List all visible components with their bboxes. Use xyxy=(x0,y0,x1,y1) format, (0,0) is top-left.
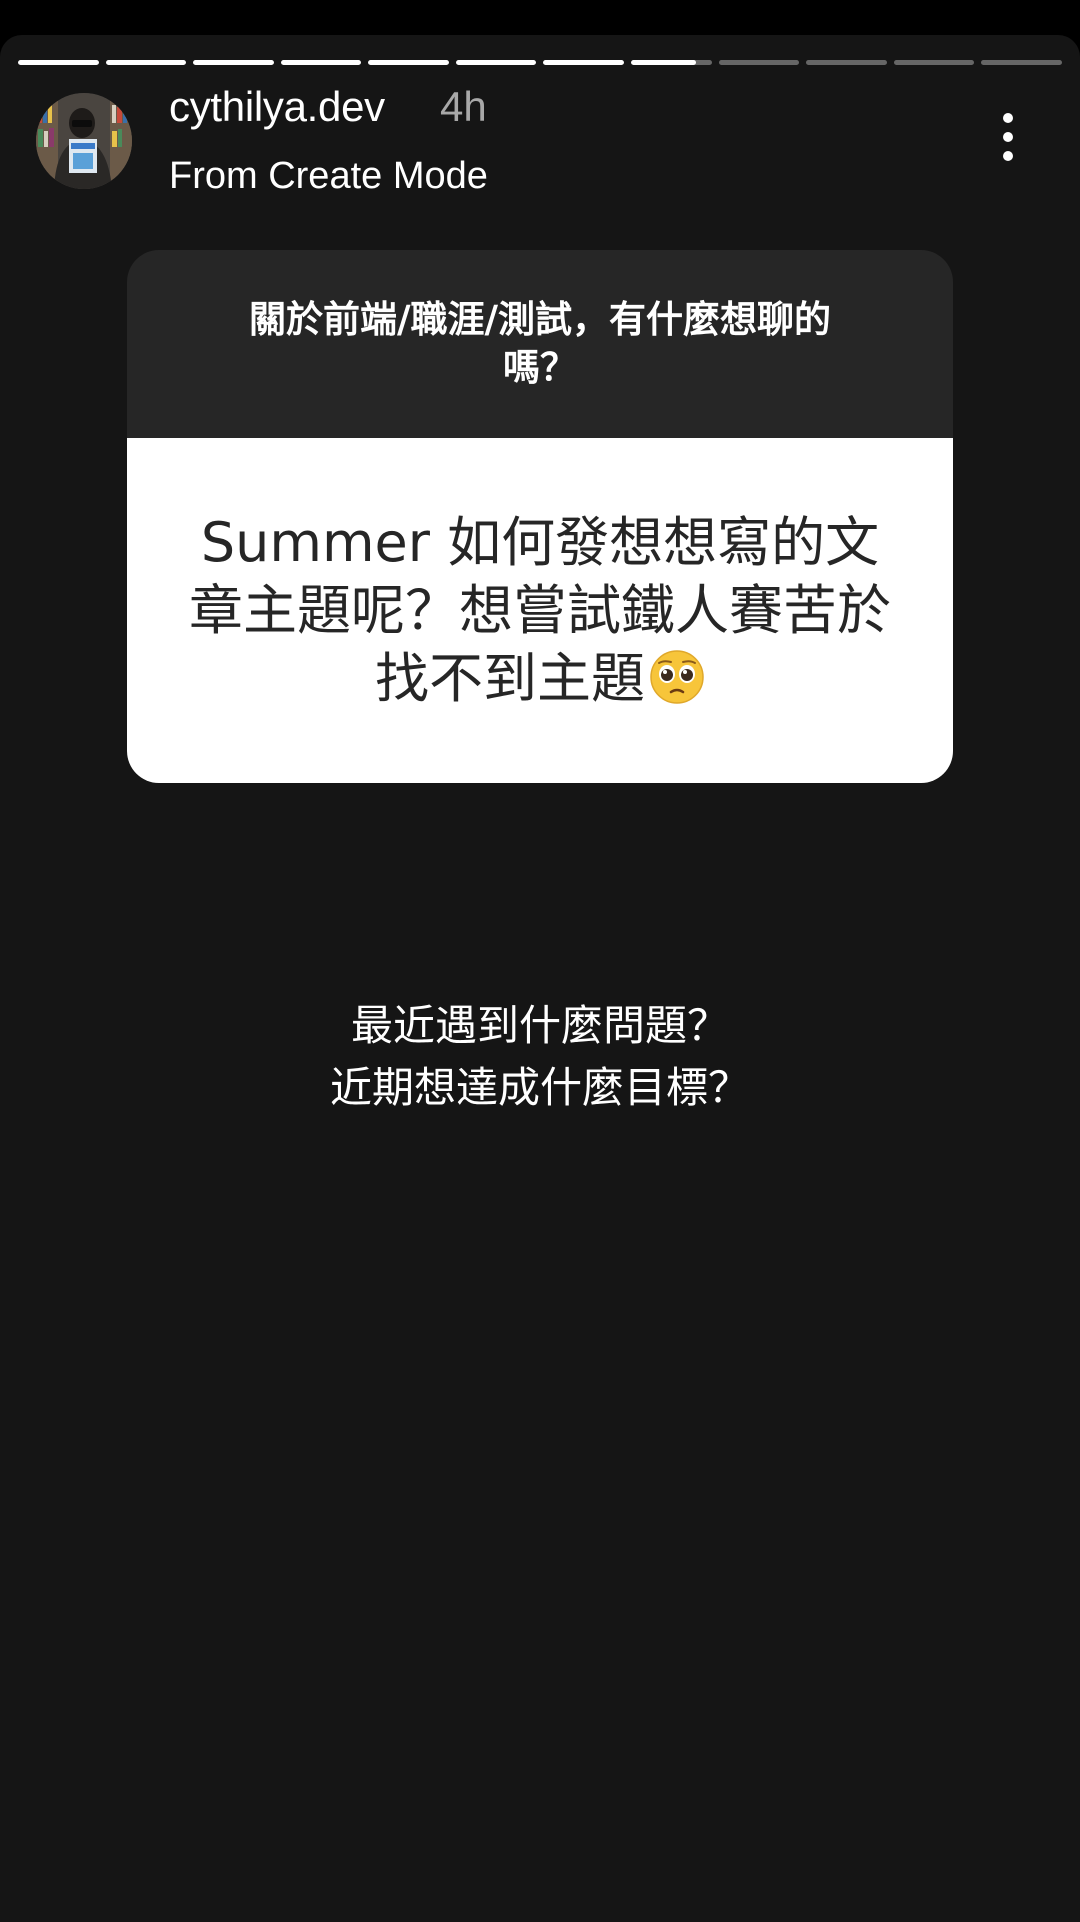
more-options-button[interactable] xyxy=(990,107,1026,167)
progress-segment xyxy=(193,60,274,65)
story-viewer[interactable]: cythilya.dev 4h From Create Mode 關於前端/職涯… xyxy=(0,35,1080,1922)
progress-segment-fill xyxy=(193,60,274,65)
progress-segment xyxy=(893,60,975,65)
question-sticker-header: 關於前端/職涯/測試，有什麼想聊的嗎？ xyxy=(127,250,953,438)
story-caption-line-2: 近期想達成什麼目標？ xyxy=(329,1063,750,1112)
progress-segment xyxy=(981,60,1062,65)
story-caption: 最近遇到什麼問題？ 近期想達成什麼目標？ xyxy=(0,995,1080,1119)
progress-segment-fill xyxy=(455,60,537,65)
story-caption-line-1: 最近遇到什麼問題？ xyxy=(350,1001,729,1050)
pleading-face-emoji xyxy=(650,649,704,704)
progress-segment xyxy=(455,60,537,65)
question-answer: Summer 如何發想想寫的文章主題呢？想嘗試鐵人賽苦於找不到主題 xyxy=(185,509,895,713)
progress-segment-fill xyxy=(280,60,362,65)
question-sticker-body: Summer 如何發想想寫的文章主題呢？想嘗試鐵人賽苦於找不到主題 xyxy=(127,438,953,783)
post-time: 4h xyxy=(440,83,487,130)
question-answer-text: Summer 如何發想想寫的文章主題呢？想嘗試鐵人賽苦於找不到主題 xyxy=(189,510,891,710)
progress-segment-fill xyxy=(543,60,625,65)
progress-segment-fill xyxy=(631,60,696,65)
progress-segment xyxy=(718,60,800,65)
progress-segment xyxy=(631,60,712,65)
username[interactable]: cythilya.dev xyxy=(169,83,385,131)
progress-segment xyxy=(105,60,187,65)
progress-segment xyxy=(368,60,449,65)
progress-segment xyxy=(18,60,99,65)
progress-segment xyxy=(543,60,625,65)
progress-segment-fill xyxy=(368,60,449,65)
progress-segment xyxy=(806,60,887,65)
avatar-photo xyxy=(36,93,132,189)
story-source-label: From Create Mode xyxy=(169,155,488,197)
progress-segment-fill xyxy=(18,60,99,65)
question-prompt: 關於前端/職涯/測試，有什麼想聊的嗎？ xyxy=(248,298,832,389)
story-progress-bar xyxy=(18,60,1062,65)
avatar[interactable] xyxy=(36,93,132,189)
more-vertical-icon-dot xyxy=(1003,151,1013,161)
question-sticker: 關於前端/職涯/測試，有什麼想聊的嗎？ Summer 如何發想想寫的文章主題呢？… xyxy=(127,250,953,783)
more-vertical-icon xyxy=(1003,113,1013,123)
progress-segment xyxy=(280,60,362,65)
progress-segment-fill xyxy=(105,60,187,65)
more-vertical-icon-dot xyxy=(1003,132,1013,142)
